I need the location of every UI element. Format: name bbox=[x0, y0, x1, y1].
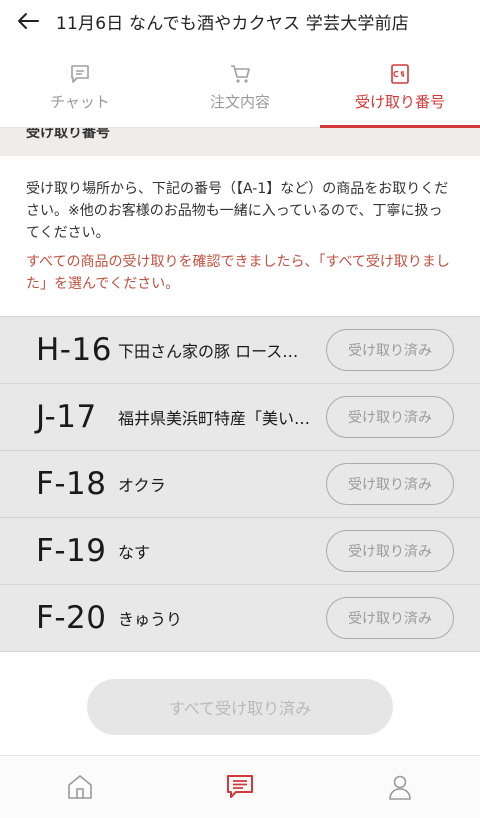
ticket-icon bbox=[391, 64, 409, 84]
item-name: なす bbox=[118, 543, 151, 562]
pickup-code: F-19 bbox=[36, 533, 107, 569]
tab-order[interactable]: 注文内容 bbox=[160, 46, 320, 127]
tab-label: チャット bbox=[50, 93, 110, 111]
home-icon bbox=[68, 775, 92, 799]
profile-icon bbox=[389, 775, 411, 800]
item-name: 福井県美浜町特産「美い… bbox=[118, 409, 311, 428]
app-header: 11月6日 なんでも酒やカクヤス 学芸大学前店 bbox=[0, 0, 480, 42]
list-item: F-20 きゅうり 受け取り済み bbox=[0, 585, 480, 652]
instructions: 受け取り場所から、下記の番号（【A-1】など）の商品をお取りください。※他のお客… bbox=[0, 156, 480, 316]
received-button[interactable]: 受け取り済み bbox=[326, 329, 454, 371]
arrow-left-icon bbox=[18, 13, 39, 29]
received-button[interactable]: 受け取り済み bbox=[326, 530, 454, 572]
tab-label: 注文内容 bbox=[209, 93, 270, 111]
pickup-code: H-16 bbox=[36, 332, 112, 368]
back-button[interactable] bbox=[0, 0, 56, 42]
page-title: 11月6日 なんでも酒やカクヤス 学芸大学前店 bbox=[56, 13, 410, 34]
chat-icon bbox=[71, 65, 89, 83]
nav-home[interactable] bbox=[0, 756, 160, 818]
tab-pickup-number[interactable]: 受け取り番号 bbox=[320, 46, 480, 128]
pickup-list: H-16 下田さん家の豚 ロース… 受け取り済み J-17 福井県美浜町特産「美… bbox=[0, 316, 480, 652]
list-item: J-17 福井県美浜町特産「美い… 受け取り済み bbox=[0, 384, 480, 451]
received-button[interactable]: 受け取り済み bbox=[326, 463, 454, 505]
section-title: 受け取り番号 bbox=[26, 128, 110, 141]
item-name: 下田さん家の豚 ロース… bbox=[118, 342, 299, 361]
pickup-code: J-17 bbox=[36, 399, 97, 435]
message-icon bbox=[227, 775, 253, 798]
cart-icon bbox=[231, 65, 250, 83]
received-button[interactable]: 受け取り済み bbox=[326, 597, 454, 639]
tab-chat[interactable]: チャット bbox=[0, 46, 160, 127]
list-item: F-18 オクラ 受け取り済み bbox=[0, 451, 480, 518]
tab-label: 受け取り番号 bbox=[354, 93, 445, 111]
received-button[interactable]: 受け取り済み bbox=[326, 396, 454, 438]
item-name: オクラ bbox=[118, 476, 166, 495]
list-item: F-19 なす 受け取り済み bbox=[0, 518, 480, 585]
tab-bar: チャット 注文内容 受け取り番号 bbox=[0, 46, 480, 128]
section-header: 受け取り番号 bbox=[0, 128, 480, 156]
all-received-button[interactable]: すべて受け取り済み bbox=[87, 679, 393, 735]
instruction-text: 受け取り場所から、下記の番号（【A-1】など）の商品をお取りください。※他のお客… bbox=[26, 181, 449, 241]
bottom-nav bbox=[0, 755, 480, 818]
pickup-code: F-18 bbox=[36, 466, 107, 502]
pickup-code: F-20 bbox=[36, 600, 107, 636]
item-name: きゅうり bbox=[118, 610, 183, 629]
nav-profile[interactable] bbox=[320, 756, 480, 818]
nav-messages[interactable] bbox=[160, 756, 320, 818]
warning-text: すべての商品の受け取りを確認できましたら、「すべて受け取りました」を選んでくださ… bbox=[26, 254, 450, 292]
list-item: H-16 下田さん家の豚 ロース… 受け取り済み bbox=[0, 317, 480, 384]
